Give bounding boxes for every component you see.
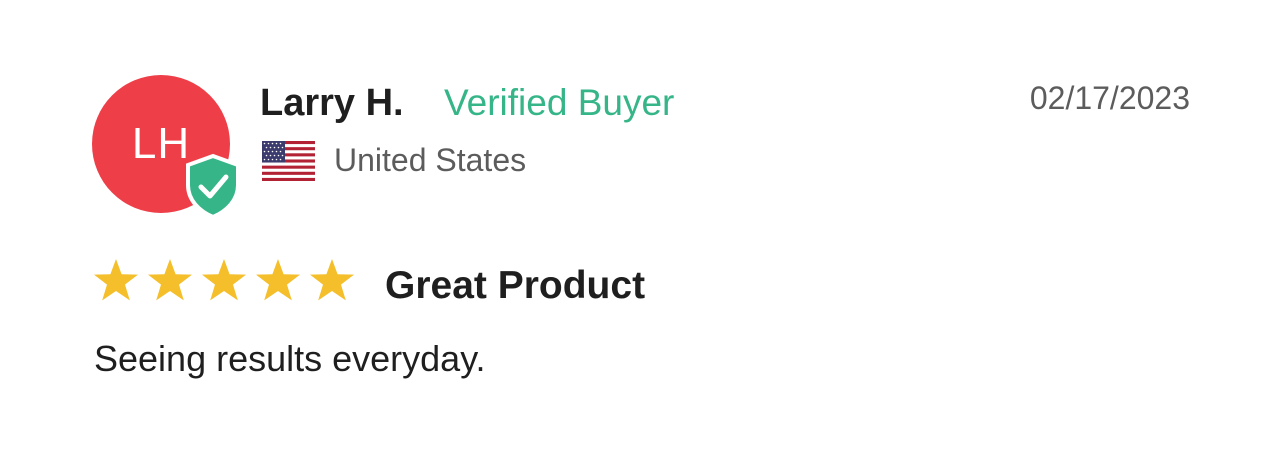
verified-shield-check-icon bbox=[186, 153, 240, 219]
us-flag-icon bbox=[262, 141, 315, 181]
star-icon bbox=[148, 259, 192, 301]
reviewer-country: United States bbox=[334, 142, 527, 178]
review-body: Seeing results everyday. bbox=[94, 338, 486, 379]
verified-buyer-label: Verified Buyer bbox=[444, 82, 675, 123]
star-icon bbox=[256, 259, 300, 301]
star-icon bbox=[202, 259, 246, 301]
star-icon bbox=[94, 259, 138, 301]
review-card: LH Larry H. Verified Buyer 02/17/2023 Un… bbox=[0, 0, 1284, 450]
review-title: Great Product bbox=[385, 264, 646, 307]
star-icon bbox=[310, 259, 354, 301]
reviewer-name: Larry H. bbox=[260, 82, 404, 124]
review-date: 02/17/2023 bbox=[1029, 80, 1190, 116]
star-rating bbox=[92, 258, 356, 302]
